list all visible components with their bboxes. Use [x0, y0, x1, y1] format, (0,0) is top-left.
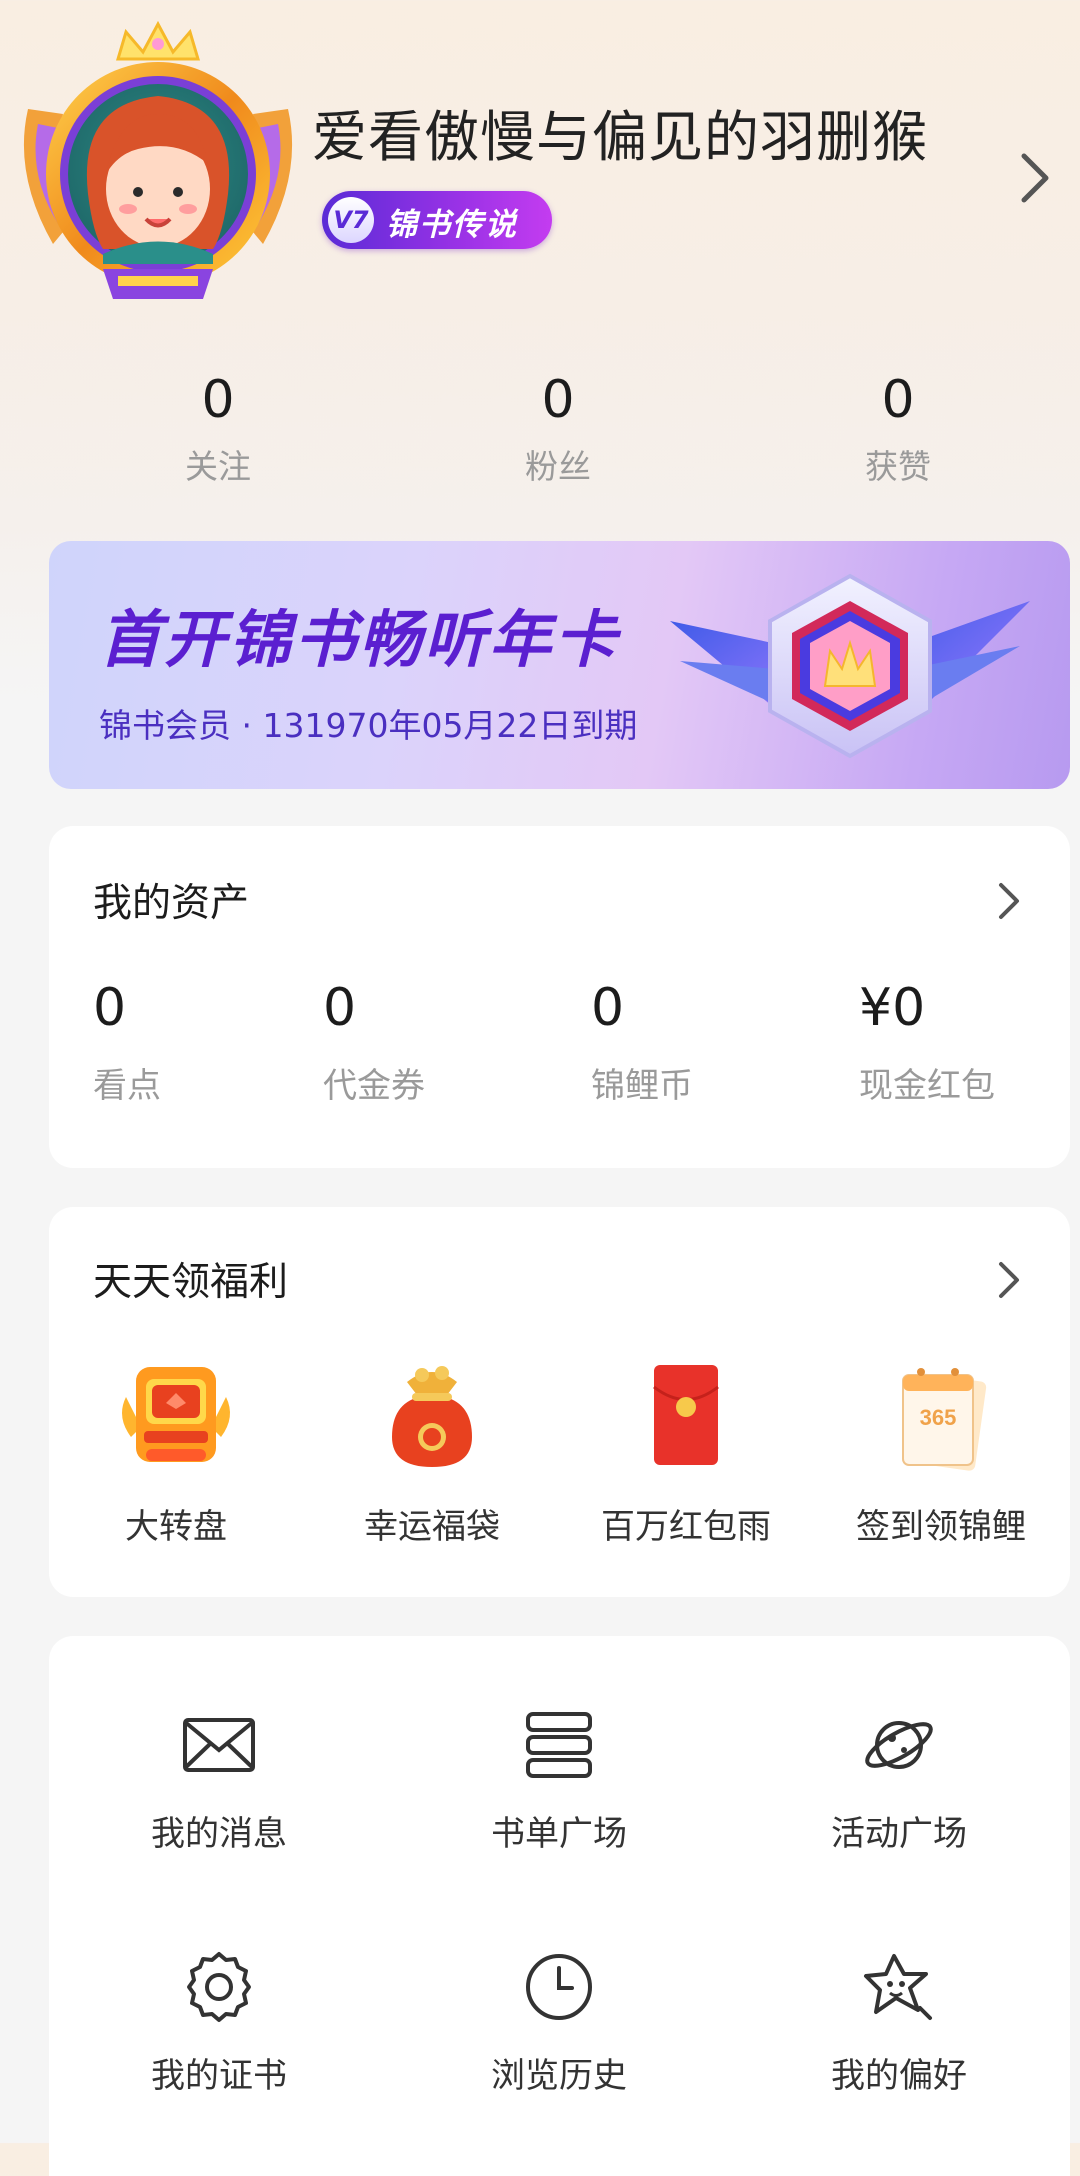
membership-banner[interactable]: 首开锦书畅听年卡 锦书会员 · 131970年05月22日到期 — [49, 541, 1070, 789]
tool-my-certificates[interactable]: 我的证书 — [69, 1948, 369, 2097]
banner-subtitle: 锦书会员 · 131970年05月22日到期 — [99, 706, 638, 745]
red-envelope-icon — [626, 1357, 746, 1477]
asset-koi-coin[interactable]: 0 锦鲤币 — [591, 978, 693, 1107]
prize-wheel-machine-icon — [116, 1357, 236, 1477]
tool-my-messages[interactable]: 我的消息 — [69, 1706, 369, 1855]
stat-label: 粉丝 — [525, 447, 591, 486]
profile-chevron-right-icon[interactable] — [1016, 148, 1056, 208]
stat-likes[interactable]: 0 获赞 — [798, 370, 998, 488]
calendar-365-icon: 365 — [881, 1357, 1001, 1477]
vip-title: 锦书传说 — [386, 207, 518, 243]
tools-card: 我的消息 书单广场 活动广场 我的证书 浏览历史 我的偏好 — [49, 1636, 1070, 2176]
svg-text:365: 365 — [920, 1405, 957, 1430]
stat-label: 获赞 — [865, 447, 931, 486]
assets-chevron-right-icon[interactable] — [996, 880, 1022, 922]
benefit-label: 大转盘 — [125, 1507, 227, 1547]
tool-label: 我的消息 — [151, 1814, 287, 1854]
asset-label: 代金券 — [323, 1066, 425, 1106]
avatar[interactable] — [8, 14, 308, 304]
tool-my-preferences[interactable]: 我的偏好 — [749, 1948, 1049, 2097]
vip-level-icon: V7 — [328, 197, 374, 243]
asset-value: 0 — [591, 978, 625, 1038]
asset-value: ¥0 — [859, 978, 926, 1038]
stat-value: 0 — [201, 370, 235, 430]
stat-following[interactable]: 0 关注 — [118, 370, 318, 488]
tool-label: 我的偏好 — [831, 2056, 967, 2096]
tool-label: 浏览历史 — [491, 2056, 627, 2096]
benefit-label: 签到领锦鲤 — [856, 1507, 1026, 1547]
star-face-icon — [860, 1948, 938, 2026]
clock-icon — [520, 1948, 598, 2026]
asset-kandian[interactable]: 0 看点 — [93, 978, 161, 1107]
stat-label: 关注 — [185, 447, 251, 486]
benefit-prize-wheel[interactable]: 大转盘 — [61, 1357, 291, 1548]
assets-title: 我的资产 — [93, 881, 250, 926]
benefit-red-packet-rain[interactable]: 百万红包雨 — [571, 1357, 801, 1548]
tool-activity-plaza[interactable]: 活动广场 — [749, 1706, 1049, 1855]
asset-voucher[interactable]: 0 代金券 — [323, 978, 425, 1107]
stat-followers[interactable]: 0 粉丝 — [458, 370, 658, 488]
assets-card: 我的资产 0 看点 0 代金券 0 锦鲤币 ¥0 现金红包 — [49, 826, 1070, 1168]
benefits-title: 天天领福利 — [93, 1260, 289, 1305]
username[interactable]: 爱看傲慢与偏见的羽删猴 — [312, 92, 928, 172]
benefit-label: 百万红包雨 — [601, 1507, 771, 1547]
asset-value: 0 — [93, 978, 127, 1038]
book-stack-icon — [520, 1706, 598, 1784]
envelope-icon — [180, 1706, 258, 1784]
tool-label: 书单广场 — [491, 1814, 627, 1854]
planet-icon — [860, 1706, 938, 1784]
lucky-bag-icon — [372, 1357, 492, 1477]
asset-label: 现金红包 — [859, 1066, 995, 1106]
vip-level-badge[interactable]: V7 锦书传说 — [322, 191, 552, 249]
benefit-checkin-koi[interactable]: 365 签到领锦鲤 — [826, 1357, 1056, 1548]
asset-value: 0 — [323, 978, 357, 1038]
benefits-card: 天天领福利 大转盘 幸运福袋 百万红包雨 365 签到领锦鲤 — [49, 1207, 1070, 1597]
asset-label: 看点 — [93, 1066, 161, 1106]
stat-value: 0 — [541, 370, 575, 430]
winged-crown-emblem-icon — [660, 551, 1040, 781]
benefits-chevron-right-icon[interactable] — [996, 1259, 1022, 1301]
banner-title: 首开锦书畅听年卡 — [99, 603, 620, 676]
tool-booklist-plaza[interactable]: 书单广场 — [409, 1706, 709, 1855]
tool-browse-history[interactable]: 浏览历史 — [409, 1948, 709, 2097]
tool-label: 活动广场 — [831, 1814, 967, 1854]
benefit-label: 幸运福袋 — [364, 1507, 500, 1547]
benefit-lucky-bag[interactable]: 幸运福袋 — [317, 1357, 547, 1548]
certificate-badge-icon — [180, 1948, 258, 2026]
asset-cash-red-packet[interactable]: ¥0 现金红包 — [859, 978, 995, 1107]
tool-label: 我的证书 — [151, 2056, 287, 2096]
stat-value: 0 — [881, 370, 915, 430]
asset-label: 锦鲤币 — [591, 1066, 693, 1106]
